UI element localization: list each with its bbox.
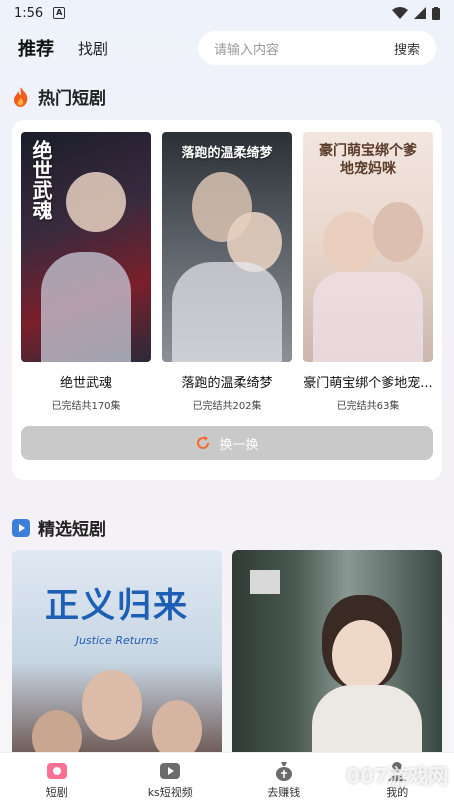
- search-input[interactable]: 请输入内容 搜索: [198, 31, 436, 65]
- poster-title: 正义归来: [45, 586, 189, 626]
- poster-subtitle: Justice Returns: [75, 634, 159, 647]
- poster-title: 豪门萌宝绑个爹地宠妈咪: [319, 143, 417, 177]
- drama-icon: [46, 763, 67, 779]
- nav-label: 短剧: [45, 786, 68, 799]
- hot-section-title: 热门短剧: [38, 89, 106, 109]
- search-placeholder: 请输入内容: [214, 42, 280, 58]
- drama-name: 绝世武魂: [59, 376, 112, 391]
- nav-item-earn[interactable]: 去赚钱: [239, 761, 329, 800]
- hot-section-header: 热门短剧: [12, 84, 106, 109]
- signal-icon: [414, 7, 426, 19]
- hot-drama-item[interactable]: 落跑的温柔绮梦 落跑的温柔绮梦 已完结共202集: [162, 132, 292, 412]
- poster-title: 绝世武魂: [29, 140, 53, 220]
- top-header: 推荐 找剧 请输入内容 搜索: [0, 28, 454, 68]
- money-bag-icon: [275, 762, 292, 781]
- hot-drama-card: 绝世武魂 绝世武魂 已完结共170集 落跑的温柔绮梦 落跑的温柔绮梦 已完结共2…: [12, 120, 442, 480]
- nav-item-ks-video[interactable]: ks短视频: [125, 761, 215, 800]
- drama-poster[interactable]: 绝世武魂: [21, 132, 151, 362]
- notification-icon: A: [53, 7, 66, 19]
- drama-poster[interactable]: 落跑的温柔绮梦: [162, 132, 292, 362]
- status-time: 1:56: [14, 5, 44, 21]
- wifi-icon: [392, 7, 408, 19]
- swap-button[interactable]: 换一换: [21, 426, 433, 460]
- featured-drama-item[interactable]: 正义归来 Justice Returns: [12, 550, 222, 755]
- status-bar: 1:56 A: [0, 0, 454, 26]
- hot-drama-item[interactable]: 绝世武魂 绝世武魂 已完结共170集: [21, 132, 151, 412]
- drama-name: 落跑的温柔绮梦: [181, 376, 273, 391]
- tab-find-drama[interactable]: 找剧: [78, 38, 108, 59]
- refresh-icon: [197, 436, 210, 449]
- drama-poster[interactable]: 豪门萌宝绑个爹地宠妈咪: [303, 132, 433, 362]
- site-watermark: 007游戏网: [346, 764, 448, 788]
- video-play-icon: [160, 763, 181, 779]
- drama-status: 已完结共63集: [336, 401, 400, 412]
- fire-icon: [14, 86, 28, 107]
- nav-label: ks短视频: [147, 786, 193, 799]
- play-square-icon: [12, 518, 30, 537]
- search-button[interactable]: 搜索: [394, 39, 420, 58]
- battery-icon: [432, 6, 440, 20]
- featured-section-title: 精选短剧: [38, 520, 106, 540]
- nav-label: 去赚钱: [267, 786, 301, 799]
- swap-label: 换一换: [219, 437, 259, 453]
- nav-item-drama[interactable]: 短剧: [12, 761, 102, 800]
- poster-title: 落跑的温柔绮梦: [181, 146, 273, 161]
- drama-name: 豪门萌宝绑个爹地宠...: [303, 376, 433, 391]
- tab-recommend[interactable]: 推荐: [18, 35, 54, 61]
- featured-drama-item[interactable]: [232, 550, 442, 755]
- drama-status: 已完结共170集: [51, 401, 121, 412]
- hot-drama-item[interactable]: 豪门萌宝绑个爹地宠妈咪 豪门萌宝绑个爹地宠... 已完结共63集: [303, 132, 433, 412]
- drama-status: 已完结共202集: [192, 401, 262, 412]
- featured-section-header: 精选短剧: [12, 515, 106, 540]
